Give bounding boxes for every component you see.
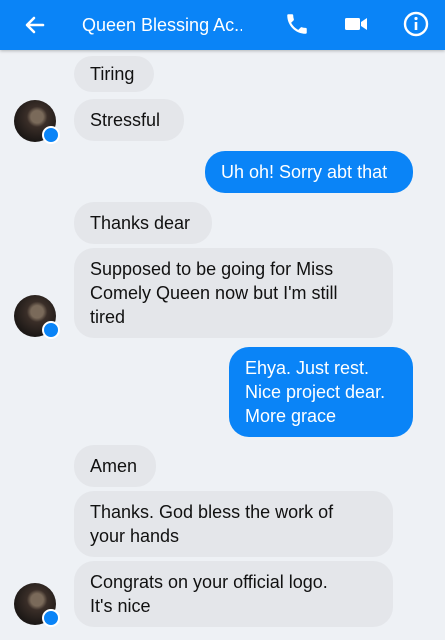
message-bubble[interactable]: Congrats on your official logo. It's nic…	[74, 561, 393, 627]
contact-avatar[interactable]	[14, 295, 60, 339]
conversation-title[interactable]: Queen Blessing Ac...	[82, 15, 242, 36]
chat-header: Queen Blessing Ac...	[0, 0, 445, 50]
contact-avatar[interactable]	[14, 100, 60, 144]
message-bubble[interactable]: Supposed to be going for Miss Comely Que…	[74, 248, 393, 338]
messenger-badge-icon	[42, 126, 60, 144]
info-icon[interactable]	[399, 7, 433, 41]
phone-icon[interactable]	[280, 7, 314, 41]
messenger-badge-icon	[42, 321, 60, 339]
message-bubble[interactable]: Amen	[74, 445, 156, 487]
message-bubble[interactable]: Ehya. Just rest. Nice project dear. More…	[229, 347, 413, 437]
message-list[interactable]: Tiring Stressful Uh oh! Sorry abt that T…	[0, 50, 445, 640]
messenger-badge-icon	[42, 609, 60, 627]
video-call-icon[interactable]	[339, 7, 373, 41]
message-bubble[interactable]: Stressful	[74, 99, 184, 141]
message-bubble[interactable]: Thanks. God bless the work of your hands	[74, 491, 393, 557]
back-arrow-icon[interactable]	[20, 10, 50, 40]
message-bubble[interactable]: Uh oh! Sorry abt that	[205, 151, 413, 193]
contact-avatar[interactable]	[14, 583, 60, 627]
message-bubble[interactable]: Tiring	[74, 56, 154, 92]
message-bubble[interactable]: Thanks dear	[74, 202, 212, 244]
